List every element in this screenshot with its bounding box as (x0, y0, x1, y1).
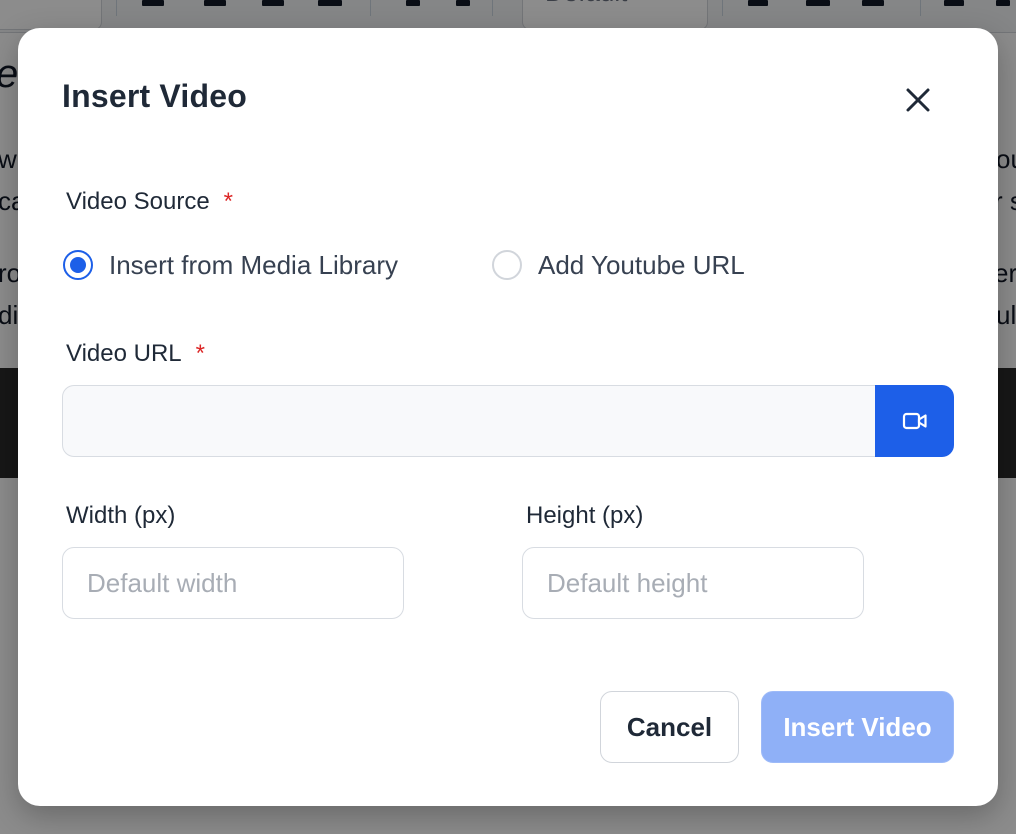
dialog-title: Insert Video (62, 78, 247, 114)
video-url-label: Video URL * (66, 340, 205, 368)
video-url-label-text: Video URL (66, 340, 182, 367)
height-input[interactable] (522, 547, 864, 619)
browse-media-button[interactable] (875, 385, 954, 457)
width-label: Width (px) (66, 502, 176, 529)
height-label: Height (px) (526, 502, 644, 529)
video-url-input[interactable] (62, 385, 876, 457)
required-asterisk: * (195, 340, 205, 367)
video-source-label-text: Video Source (66, 188, 210, 215)
radio-button-unchecked[interactable] (492, 250, 522, 280)
required-asterisk: * (223, 188, 234, 215)
cancel-button[interactable]: Cancel (600, 691, 739, 763)
radio-media-library-label: Insert from Media Library (109, 249, 398, 280)
radio-youtube-url-label: Add Youtube URL (538, 249, 745, 280)
radio-youtube-url[interactable]: Add Youtube URL (492, 246, 745, 284)
radio-button-checked[interactable] (63, 250, 93, 280)
close-icon (906, 88, 930, 112)
video-source-label: Video Source * (66, 188, 233, 216)
insert-video-button[interactable]: Insert Video (761, 691, 954, 763)
insert-video-dialog: Insert Video Video Source * Insert from M… (18, 28, 998, 806)
radio-media-library[interactable]: Insert from Media Library (63, 246, 398, 284)
video-camera-icon (902, 412, 927, 430)
width-input[interactable] (62, 547, 404, 619)
close-button[interactable] (904, 86, 932, 114)
